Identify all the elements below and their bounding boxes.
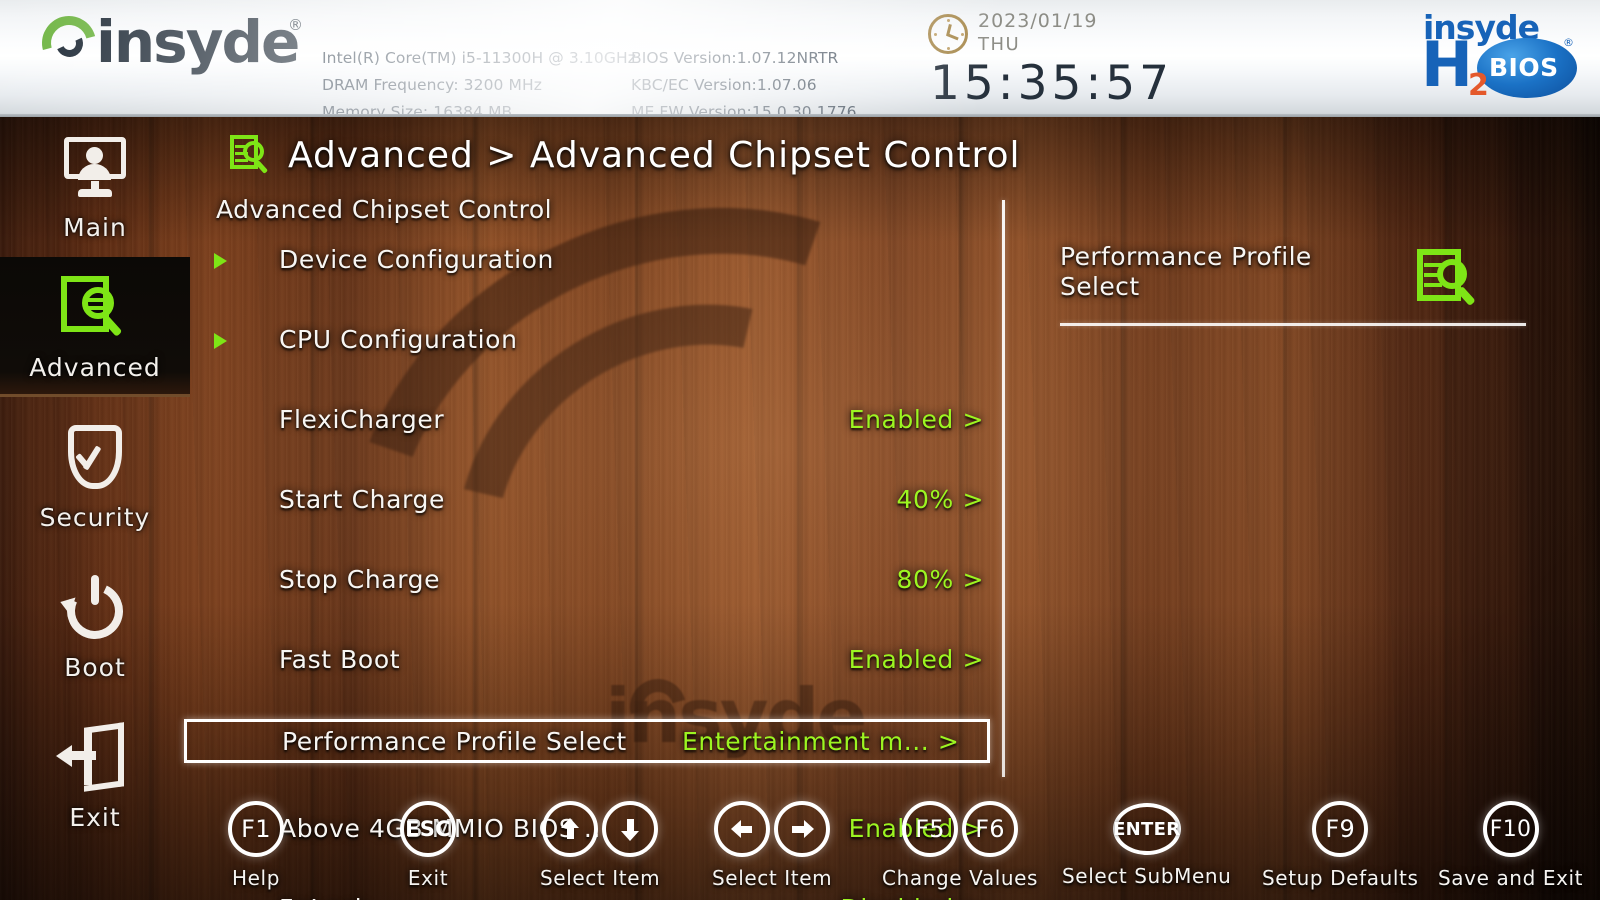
system-time: 15:35:57: [930, 56, 1174, 111]
document-magnifier-icon: [230, 133, 270, 177]
menu-label: Stop Charge: [279, 564, 441, 594]
h2o-bios-text: BIOS: [1489, 53, 1559, 82]
menu-label: CPU Configuration: [279, 324, 518, 354]
menu-label: Device Configuration: [279, 244, 554, 274]
header-bar: insyde ® Intel(R) Core(TM) i5-11300H @ 3…: [0, 0, 1600, 117]
arrow-right-icon: [789, 816, 815, 842]
key-group-exit[interactable]: ESC Exit: [400, 801, 456, 890]
key-f5[interactable]: F5: [902, 801, 959, 857]
bios-version: BIOS Version:1.07.12NRTR: [631, 49, 839, 67]
key-caption-select-submenu: Select SubMenu: [1062, 864, 1232, 888]
key-f6[interactable]: F6: [962, 801, 1019, 857]
key-group-select-submenu[interactable]: ENTER Select SubMenu: [1062, 803, 1231, 888]
settings-list: Device Configuration CPU Configuration F…: [184, 239, 1000, 900]
cpu-model: Intel(R) Core(TM) i5-11300H @ 3.10GHz: [322, 49, 636, 67]
sidebar-item-security[interactable]: Security: [0, 407, 190, 547]
menu-item-device-configuration[interactable]: Device Configuration: [190, 239, 1000, 279]
menu-item-start-charge[interactable]: Start Charge 40% >: [190, 479, 1000, 519]
sidebar-item-main[interactable]: Main: [0, 117, 190, 257]
menu-label: FlexiCharger: [279, 404, 445, 434]
document-magnifier-icon: [1415, 247, 1485, 313]
key-f10[interactable]: F10: [1482, 801, 1539, 857]
menu-item-cpu-configuration[interactable]: CPU Configuration: [190, 319, 1000, 359]
key-esc[interactable]: ESC: [400, 801, 456, 857]
content-area: insyde Main Advanced Security Boot Exit …: [0, 117, 1600, 900]
h2o-letter-h: H: [1421, 28, 1473, 101]
key-enter[interactable]: ENTER: [1112, 803, 1181, 855]
breadcrumb-text: Advanced > Advanced Chipset Control: [288, 134, 1021, 176]
insyde-wordmark: insyde: [96, 8, 300, 76]
system-weekday: THU: [978, 34, 1021, 55]
key-caption-save-and-exit: Save and Exit: [1438, 866, 1584, 890]
sidebar-label-boot: Boot: [64, 652, 126, 682]
power-icon: [56, 573, 134, 647]
sidebar-label-security: Security: [39, 502, 151, 532]
system-info-left: Intel(R) Core(TM) i5-11300H @ 3.10GHz DR…: [322, 45, 636, 117]
monitor-user-icon: [56, 133, 134, 205]
key-arrow-right[interactable]: [774, 801, 831, 857]
bios-setup-screen: insyde ® Intel(R) Core(TM) i5-11300H @ 3…: [0, 0, 1600, 900]
menu-value[interactable]: 80% >: [897, 565, 984, 594]
sidebar-label-main: Main: [63, 212, 127, 242]
kbc-ec-version: KBC/EC Version:1.07.06: [631, 76, 817, 94]
key-f1[interactable]: F1: [228, 801, 284, 857]
menu-value[interactable]: Enabled >: [849, 405, 984, 434]
menu-label: Fast Boot: [279, 644, 401, 674]
breadcrumb: Advanced > Advanced Chipset Control: [230, 133, 1021, 177]
sidebar-label-advanced: Advanced: [29, 352, 161, 382]
menu-item-fast-boot[interactable]: Fast Boot Enabled >: [190, 639, 1000, 679]
key-caption-select-item-horizontal: Select Item: [712, 866, 833, 890]
submenu-arrow-icon: [214, 253, 227, 269]
key-group-change-values[interactable]: F5 F6 Change Values: [882, 801, 1038, 890]
menu-value[interactable]: Enabled >: [849, 645, 984, 674]
menu-item-performance-profile-select[interactable]: Performance Profile Select Entertainment…: [184, 719, 990, 763]
menu-label: Start Charge: [279, 484, 445, 514]
help-title: Performance Profile Select: [1060, 242, 1312, 301]
key-arrow-left[interactable]: [714, 801, 771, 857]
key-f9[interactable]: F9: [1312, 801, 1369, 857]
key-group-setup-defaults[interactable]: F9 Setup Defaults: [1262, 801, 1418, 890]
memory-size: Memory Size: 16384 MB: [322, 103, 513, 117]
key-caption-help: Help: [232, 866, 280, 890]
clock-display: 2023/01/19 THU 15:35:57: [928, 8, 1208, 111]
document-magnifier-icon: [56, 273, 134, 345]
clock-icon: [928, 14, 968, 54]
key-group-select-item-horizontal[interactable]: Select Item: [712, 801, 832, 890]
insyde-registered-mark: ®: [288, 16, 303, 34]
arrow-down-icon: [617, 816, 643, 842]
insyde-logo: insyde ®: [32, 6, 326, 80]
arrow-left-icon: [729, 816, 755, 842]
sidebar-item-boot[interactable]: Boot: [0, 557, 190, 697]
page-title: Advanced Chipset Control: [216, 195, 553, 224]
menu-item-flexicharger[interactable]: FlexiCharger Enabled >: [190, 399, 1000, 439]
h2o-registered-mark: ®: [1563, 36, 1574, 49]
sidebar-item-advanced[interactable]: Advanced: [0, 257, 190, 397]
arrow-up-icon: [557, 816, 583, 842]
menu-value[interactable]: Entertainment m... >: [682, 727, 959, 756]
menu-label: Performance Profile Select: [282, 726, 627, 756]
key-group-save-and-exit[interactable]: F10 Save and Exit: [1438, 801, 1583, 890]
shield-check-icon: [56, 423, 134, 495]
pane-divider: [1002, 200, 1005, 777]
help-panel: Performance Profile Select: [1060, 242, 1530, 307]
system-date: 2023/01/19: [978, 10, 1098, 32]
h2o-subscript-two: 2: [1468, 68, 1489, 103]
key-group-help[interactable]: F1 Help: [228, 801, 284, 890]
dram-frequency: DRAM Frequency: 3200 MHz: [322, 76, 543, 94]
h2o-bios-logo: insyde ® H 2 BIOS: [1415, 6, 1585, 110]
key-caption-setup-defaults: Setup Defaults: [1262, 866, 1419, 890]
submenu-arrow-icon: [214, 333, 227, 349]
system-info-right: BIOS Version:1.07.12NRTR KBC/EC Version:…: [631, 45, 857, 117]
key-caption-exit: Exit: [407, 866, 449, 890]
key-arrow-up[interactable]: [542, 801, 599, 857]
key-group-select-item-vertical[interactable]: Select Item: [540, 801, 660, 890]
menu-item-stop-charge[interactable]: Stop Charge 80% >: [190, 559, 1000, 599]
key-caption-change-values: Change Values: [882, 866, 1039, 890]
me-fw-version: ME FW Version:15.0.30.1776: [631, 103, 857, 117]
key-arrow-down[interactable]: [602, 801, 659, 857]
function-key-bar: F1 Help ESC Exit Select Item Select Item…: [0, 777, 1600, 900]
key-caption-select-item-vertical: Select Item: [540, 866, 661, 890]
help-divider: [1060, 323, 1526, 326]
menu-value[interactable]: 40% >: [897, 485, 984, 514]
